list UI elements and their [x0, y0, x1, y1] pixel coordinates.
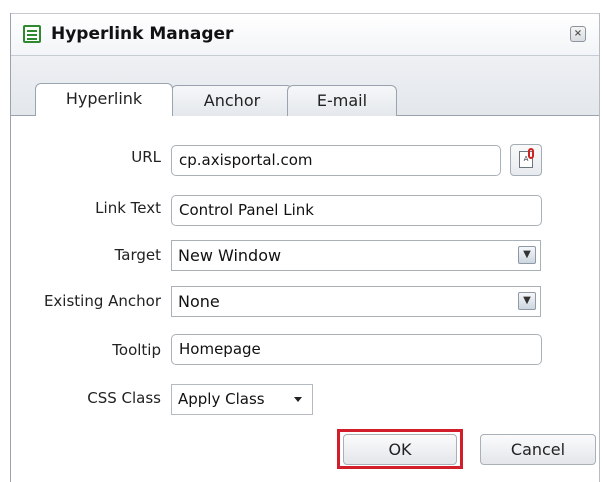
chevron-down-icon[interactable]: ▼: [518, 292, 536, 310]
chevron-down-icon[interactable]: ▼: [518, 246, 536, 264]
close-button[interactable]: ×: [570, 26, 586, 42]
target-label: Target: [114, 246, 161, 264]
tab-hyperlink[interactable]: Hyperlink: [35, 83, 173, 116]
css-class-select-value: Apply Class: [178, 390, 265, 408]
hyperlink-manager-dialog: Hyperlink Manager × Hyperlink Anchor E-m…: [10, 13, 600, 482]
caret-down-icon: [294, 397, 302, 402]
document-picker-button[interactable]: A: [510, 144, 542, 176]
link-text-label: Link Text: [95, 199, 161, 217]
existing-anchor-select-value: None: [178, 292, 220, 311]
tooltip-label: Tooltip: [112, 341, 161, 359]
tab-anchor[interactable]: Anchor: [171, 85, 293, 116]
tooltip-input[interactable]: Homepage: [171, 334, 542, 365]
target-select-value: New Window: [178, 246, 282, 265]
existing-anchor-select[interactable]: None ▼: [171, 286, 541, 317]
css-class-select[interactable]: Apply Class: [171, 384, 313, 415]
url-label: URL: [131, 148, 161, 166]
target-select[interactable]: New Window ▼: [171, 240, 541, 271]
existing-anchor-label: Existing Anchor: [43, 292, 161, 310]
css-class-label: CSS Class: [87, 389, 161, 407]
ok-button-highlight: [337, 429, 463, 469]
paperclip-icon: [528, 148, 534, 159]
dialog-title: Hyperlink Manager: [51, 24, 234, 44]
title-bar: Hyperlink Manager ×: [11, 13, 599, 56]
link-text-input[interactable]: Control Panel Link: [171, 195, 542, 226]
url-input[interactable]: cp.axisportal.com: [171, 145, 501, 176]
tab-email[interactable]: E-mail: [287, 85, 397, 116]
hyperlink-manager-icon: [23, 25, 41, 43]
cancel-button[interactable]: Cancel: [480, 434, 596, 465]
